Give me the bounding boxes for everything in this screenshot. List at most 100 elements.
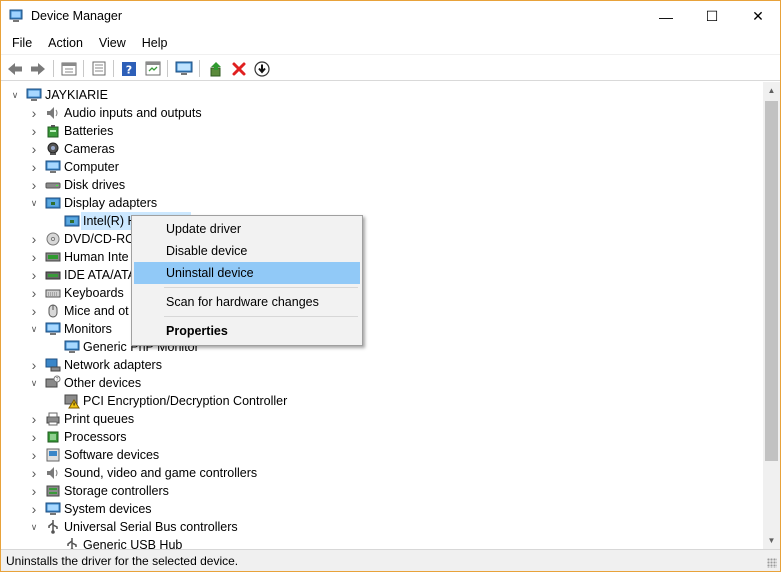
menu-item-scan-hardware[interactable]: Scan for hardware changes [134, 291, 360, 313]
menu-action[interactable]: Action [40, 32, 91, 54]
tree-device[interactable]: Generic PnP Monitor [1, 338, 761, 356]
chevron-down-icon[interactable]: ∨ [29, 518, 39, 536]
chevron-right-icon[interactable]: › [29, 410, 39, 428]
printer-icon [45, 411, 61, 427]
tree-category[interactable]: › IDE ATA/ATA [1, 266, 761, 284]
tree-item-label: Cameras [64, 142, 115, 156]
toolbar-separator [199, 60, 200, 77]
tree-item-label: Computer [64, 160, 119, 174]
tree-category[interactable]: ∨? Other devices [1, 374, 761, 392]
menu-item-update-driver[interactable]: Update driver [134, 218, 360, 240]
tree-category[interactable]: › Cameras [1, 140, 761, 158]
chevron-down-icon[interactable]: ∨ [29, 374, 39, 392]
tree-category[interactable]: ∨ Universal Serial Bus controllers [1, 518, 761, 536]
processor-icon [45, 429, 61, 445]
chevron-right-icon[interactable]: › [29, 284, 39, 302]
action-view-icon [145, 61, 161, 76]
software-device-icon [45, 447, 61, 463]
computer-icon [45, 501, 61, 517]
tree-device[interactable]: PCI Encryption/Decryption Controller [1, 392, 761, 410]
tree-category[interactable]: › Processors [1, 428, 761, 446]
title-bar[interactable]: Device Manager — ☐ ✕ [1, 1, 780, 32]
chevron-right-icon[interactable]: › [29, 176, 39, 194]
tree-category[interactable]: › Print queues [1, 410, 761, 428]
chevron-right-icon[interactable]: › [29, 356, 39, 374]
scroll-up-button[interactable]: ▲ [763, 82, 780, 99]
tree-category[interactable]: › Sound, video and game controllers [1, 464, 761, 482]
device-tree[interactable]: ∨ JAYKIARIE › Audio inputs and outputs › Batt… [1, 82, 763, 549]
tree-category[interactable]: › Computer [1, 158, 761, 176]
scroll-thumb[interactable] [765, 101, 778, 461]
show-hidden-icon [92, 61, 106, 76]
menu-separator [164, 287, 358, 288]
close-button[interactable]: ✕ [735, 1, 781, 32]
tree-root[interactable]: ∨ JAYKIARIE [1, 86, 761, 104]
chevron-right-icon[interactable]: › [29, 428, 39, 446]
chevron-down-icon[interactable]: ∨ [29, 194, 39, 212]
tree-category[interactable]: ∨ Monitors [1, 320, 761, 338]
chevron-right-icon[interactable]: › [29, 500, 39, 518]
chevron-right-icon[interactable]: › [29, 464, 39, 482]
vertical-scrollbar[interactable]: ▲ ▼ [763, 82, 780, 549]
chevron-down-icon[interactable]: ∨ [10, 86, 20, 104]
chevron-right-icon[interactable]: › [29, 248, 39, 266]
scan-hardware-tool-button[interactable] [174, 59, 194, 78]
tree-item-label: Universal Serial Bus controllers [64, 520, 238, 534]
download-icon [254, 60, 270, 77]
tree-category[interactable]: › Software devices [1, 446, 761, 464]
storage-icon [45, 483, 61, 499]
menu-item-properties[interactable]: Properties [134, 320, 360, 342]
maximize-button[interactable]: ☐ [689, 1, 735, 32]
status-bar: Uninstalls the driver for the selected d… [1, 549, 780, 571]
tree-item-label: System devices [64, 502, 152, 516]
tree-category[interactable]: › Audio inputs and outputs [1, 104, 761, 122]
chevron-right-icon[interactable]: › [29, 302, 39, 320]
back-icon [8, 62, 22, 75]
tree-item-label: JAYKIARIE [45, 88, 108, 102]
chevron-right-icon[interactable]: › [29, 104, 39, 122]
chevron-right-icon[interactable]: › [29, 266, 39, 284]
tree-category[interactable]: › Storage controllers [1, 482, 761, 500]
tree-category[interactable]: › Keyboards [1, 284, 761, 302]
tree-category[interactable]: › Network adapters [1, 356, 761, 374]
menu-item-disable-device[interactable]: Disable device [134, 240, 360, 262]
properties-tool-button[interactable] [59, 59, 79, 78]
menu-help[interactable]: Help [134, 32, 176, 54]
tree-category[interactable]: › DVD/CD-RO [1, 230, 761, 248]
tree-item-label: Audio inputs and outputs [64, 106, 202, 120]
tree-category[interactable]: › Human Inte [1, 248, 761, 266]
update-driver-tool-button[interactable] [206, 59, 226, 78]
download-tool-button[interactable] [252, 59, 272, 78]
tree-category[interactable]: › Mice and ot [1, 302, 761, 320]
tree-item-label: Disk drives [64, 178, 126, 192]
tree-device[interactable]: Intel(R) H [1, 212, 761, 230]
show-hidden-tool-button[interactable] [89, 59, 109, 78]
root-computer-icon [26, 87, 42, 103]
hid-icon [45, 249, 61, 265]
tree-category[interactable]: › Batteries [1, 122, 761, 140]
maximize-icon: ☐ [705, 8, 719, 24]
chevron-down-icon[interactable]: ∨ [29, 320, 39, 338]
back-button[interactable] [5, 59, 25, 78]
minimize-button[interactable]: — [643, 1, 689, 32]
forward-button[interactable] [28, 59, 48, 78]
scroll-down-button[interactable]: ▼ [763, 532, 780, 549]
chevron-right-icon[interactable]: › [29, 446, 39, 464]
chevron-right-icon[interactable]: › [29, 140, 39, 158]
chevron-right-icon[interactable]: › [29, 158, 39, 176]
uninstall-tool-button[interactable] [229, 59, 249, 78]
menu-file[interactable]: File [4, 32, 40, 54]
menu-item-uninstall-device[interactable]: Uninstall device [134, 262, 360, 284]
usb-icon [45, 519, 61, 535]
tree-category[interactable]: › Disk drives [1, 176, 761, 194]
chevron-right-icon[interactable]: › [29, 230, 39, 248]
help-tool-button[interactable]: ? [119, 59, 139, 78]
chevron-right-icon[interactable]: › [29, 122, 39, 140]
menu-view[interactable]: View [91, 32, 134, 54]
tree-category[interactable]: ∨ Display adapters [1, 194, 761, 212]
resize-grip[interactable] [767, 558, 777, 568]
tree-device[interactable]: Generic USB Hub [1, 536, 761, 549]
tree-category[interactable]: › System devices [1, 500, 761, 518]
chevron-right-icon[interactable]: › [29, 482, 39, 500]
action-view-tool-button[interactable] [143, 59, 163, 78]
